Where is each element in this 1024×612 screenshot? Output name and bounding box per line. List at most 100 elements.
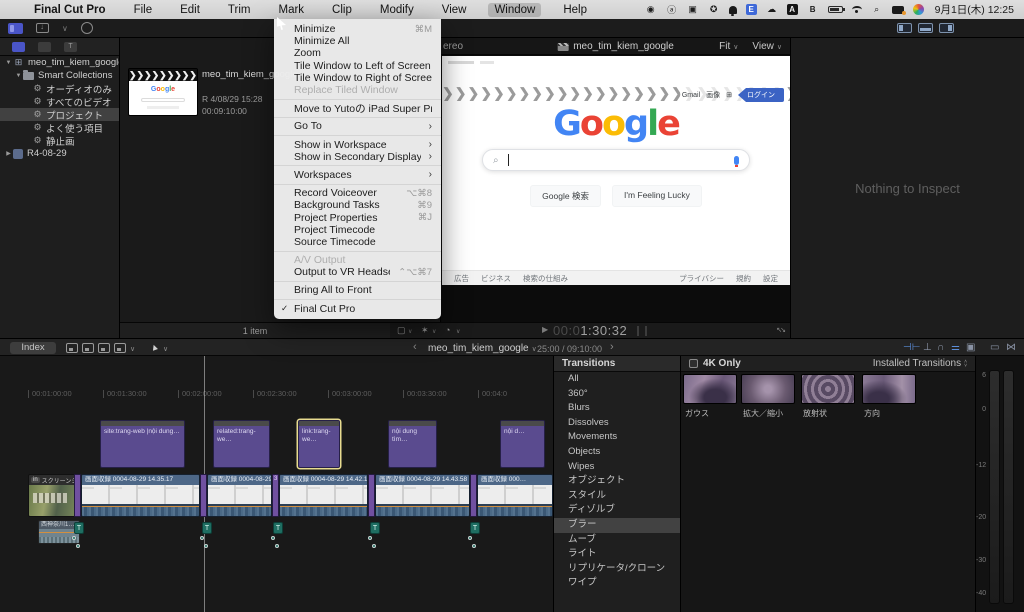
menu-item-project-timecode[interactable]: Project Timecode bbox=[274, 224, 441, 236]
append-edit-icon[interactable] bbox=[98, 343, 110, 353]
transition-thumbnail-radial[interactable] bbox=[801, 374, 855, 404]
volume-line[interactable] bbox=[478, 506, 552, 507]
menu-window[interactable]: Window bbox=[488, 3, 541, 17]
chevron-down-icon[interactable]: ∨ bbox=[456, 328, 460, 335]
bell-icon[interactable] bbox=[729, 6, 737, 14]
sidebar-item-stills[interactable]: ⚙ 静止画 bbox=[0, 134, 119, 147]
ruler-timecode[interactable]: 00:03:00:00 bbox=[328, 390, 372, 398]
installed-transitions-dropdown[interactable]: Installed Transitions ˄˅ bbox=[873, 358, 967, 369]
headphones-icon[interactable]: ∩ bbox=[937, 342, 944, 353]
ruler-timecode[interactable]: 00:03:30:00 bbox=[403, 390, 447, 398]
menu-item-show-in-workspace[interactable]: Show in Workspace› bbox=[274, 139, 441, 151]
menu-item-minimize[interactable]: Minimize⌘M bbox=[274, 23, 441, 35]
enhance-wand-icon[interactable]: ✶ bbox=[421, 325, 429, 336]
transitions-category-move-jp[interactable]: ムーブ bbox=[554, 533, 680, 548]
video-clip[interactable]: 画面収録 0004-08-29 14.35.17 bbox=[81, 474, 200, 517]
user-switch-icon[interactable] bbox=[892, 6, 904, 14]
battery-icon[interactable] bbox=[828, 6, 843, 13]
retime-icon[interactable]: ◔ bbox=[445, 325, 450, 335]
view-dropdown[interactable]: View∨ bbox=[752, 41, 782, 52]
transition-segment[interactable] bbox=[200, 474, 207, 517]
expand-icon[interactable]: ↖↘ bbox=[776, 326, 784, 334]
video-clip[interactable]: 画面収録 0004-08-29 14.42.14 bbox=[279, 474, 368, 517]
import-caret-icon[interactable]: ∨ bbox=[62, 24, 68, 33]
transition-segment[interactable] bbox=[74, 474, 81, 517]
sidebar-item-audio-only[interactable]: ⚙ オーディオのみ bbox=[0, 82, 119, 95]
sidebar-item-library[interactable]: ▼ ⊞ meo_tim_kiem_google bbox=[0, 56, 119, 69]
volume-line[interactable] bbox=[376, 506, 469, 507]
next-project-icon[interactable]: › bbox=[610, 341, 614, 353]
menu-item-show-secondary-display[interactable]: Show in Secondary Display› bbox=[274, 151, 441, 163]
transitions-category-style[interactable]: スタイル bbox=[554, 489, 680, 504]
transition-segment[interactable] bbox=[470, 474, 477, 517]
menu-item-output-vr-headset[interactable]: Output to VR Headset⌃⌥⌘7 bbox=[274, 266, 441, 278]
4k-only-checkbox[interactable] bbox=[689, 359, 698, 368]
connection-dot[interactable] bbox=[271, 536, 275, 540]
menu-item-zoom[interactable]: Zoom bbox=[274, 47, 441, 59]
menu-edit[interactable]: Edit bbox=[174, 3, 206, 17]
sidebar-item-projects[interactable]: ⚙ プロジェクト bbox=[0, 108, 119, 121]
ruler-timecode[interactable]: 00:04:0 bbox=[478, 390, 507, 398]
transitions-category-all[interactable]: All bbox=[554, 372, 680, 387]
index-button[interactable]: Index bbox=[10, 342, 56, 354]
connection-dot[interactable] bbox=[200, 536, 204, 540]
video-clip[interactable]: 画面収録 0004-08-29 14.43.58 bbox=[375, 474, 470, 517]
effects-tab-icon[interactable] bbox=[38, 42, 51, 52]
transitions-category-blurs[interactable]: Blurs bbox=[554, 401, 680, 416]
menu-item-bring-all-to-front[interactable]: Bring All to Front bbox=[274, 284, 441, 296]
menu-item-project-properties[interactable]: Project Properties⌘J bbox=[274, 211, 441, 223]
transition-thumbnail-directional[interactable] bbox=[862, 374, 916, 404]
video-clip[interactable]: 画面収録 000… bbox=[477, 474, 553, 517]
connection-dot[interactable] bbox=[204, 544, 208, 548]
show-inspector-toggle[interactable] bbox=[939, 23, 954, 33]
transitions-category-replicator-jp[interactable]: リプリケータ/クローン bbox=[554, 562, 680, 577]
sidebar-item-favorites[interactable]: ⚙ よく使う項目 bbox=[0, 121, 119, 134]
clapperboard-tab-icon[interactable] bbox=[12, 42, 25, 52]
wifi-icon[interactable] bbox=[852, 6, 862, 13]
show-timeline-toggle[interactable] bbox=[918, 23, 933, 33]
menu-help[interactable]: Help bbox=[557, 3, 593, 17]
overwrite-edit-icon[interactable] bbox=[114, 343, 126, 353]
keyword-check-icon[interactable] bbox=[81, 22, 93, 34]
connection-dot[interactable] bbox=[472, 544, 476, 548]
title-clip[interactable]: nội d… bbox=[500, 420, 545, 468]
video-clip[interactable]: 画面収録 0004-08-29 1… bbox=[207, 474, 272, 517]
transitions-category-360[interactable]: 360° bbox=[554, 387, 680, 402]
skimming-icon[interactable]: ⚌ bbox=[951, 342, 960, 353]
sidebar-toggle-icon[interactable] bbox=[8, 23, 23, 34]
menu-item-background-tasks[interactable]: Background Tasks⌘9 bbox=[274, 199, 441, 211]
volume-line[interactable] bbox=[280, 506, 367, 507]
menu-item-move-to-ipad[interactable]: Move to Yutoの iPad Super Pro bbox=[274, 102, 441, 114]
chevron-down-icon[interactable]: ∨ bbox=[408, 328, 412, 335]
menu-view[interactable]: View bbox=[436, 3, 473, 17]
menu-bar-clock[interactable]: 9月1日(木) 12:25 bbox=[935, 2, 1014, 17]
previous-project-icon[interactable]: ‹ bbox=[413, 341, 417, 353]
solo-icon[interactable]: ▣ bbox=[966, 342, 975, 353]
sidebar-item-smart-collections[interactable]: ▼ Smart Collections bbox=[0, 69, 119, 82]
spotlight-icon[interactable]: ⌕ bbox=[871, 4, 883, 16]
screen-recording-clip[interactable]: inスクリーンシ… bbox=[28, 474, 78, 517]
disclosure-triangle-icon[interactable]: ▼ bbox=[4, 60, 13, 66]
crop-icon[interactable]: ▢ bbox=[397, 325, 406, 336]
transitions-category-blur-jp-selected[interactable]: ブラー bbox=[554, 518, 680, 533]
input-source-icon[interactable]: A bbox=[787, 4, 798, 15]
menu-item-final-cut-pro[interactable]: ✓Final Cut Pro bbox=[274, 303, 441, 315]
project-title-dropdown[interactable]: meo_tim_kiem_google∨ bbox=[428, 343, 537, 354]
menu-mark[interactable]: Mark bbox=[272, 3, 310, 17]
transition-thumbnail-zoom[interactable] bbox=[741, 374, 795, 404]
menu-file[interactable]: File bbox=[128, 3, 159, 17]
title-anchor-marker[interactable]: T bbox=[470, 522, 480, 534]
menu-item-record-voiceover[interactable]: Record Voiceover⌥⌘8 bbox=[274, 187, 441, 199]
chevron-down-icon[interactable]: ∨ bbox=[163, 345, 168, 353]
cloud-icon[interactable]: ☁ bbox=[766, 4, 778, 16]
title-anchor-marker[interactable]: T bbox=[273, 522, 283, 534]
zoom-tick[interactable] bbox=[645, 326, 647, 336]
transitions-category-movements[interactable]: Movements bbox=[554, 430, 680, 445]
accessibility-icon[interactable]: ⓐ bbox=[666, 4, 678, 16]
menu-app-name[interactable]: Final Cut Pro bbox=[28, 3, 112, 17]
connection-dot[interactable] bbox=[368, 536, 372, 540]
sidebar-item-all-video[interactable]: ⚙ すべてのビデオ bbox=[0, 95, 119, 108]
sidebar-item-event[interactable]: ▶ R4-08-29 bbox=[0, 147, 119, 160]
shield-icon[interactable]: ✪ bbox=[708, 4, 720, 16]
transitions-category-wipe-jp[interactable]: ワイプ bbox=[554, 576, 680, 591]
